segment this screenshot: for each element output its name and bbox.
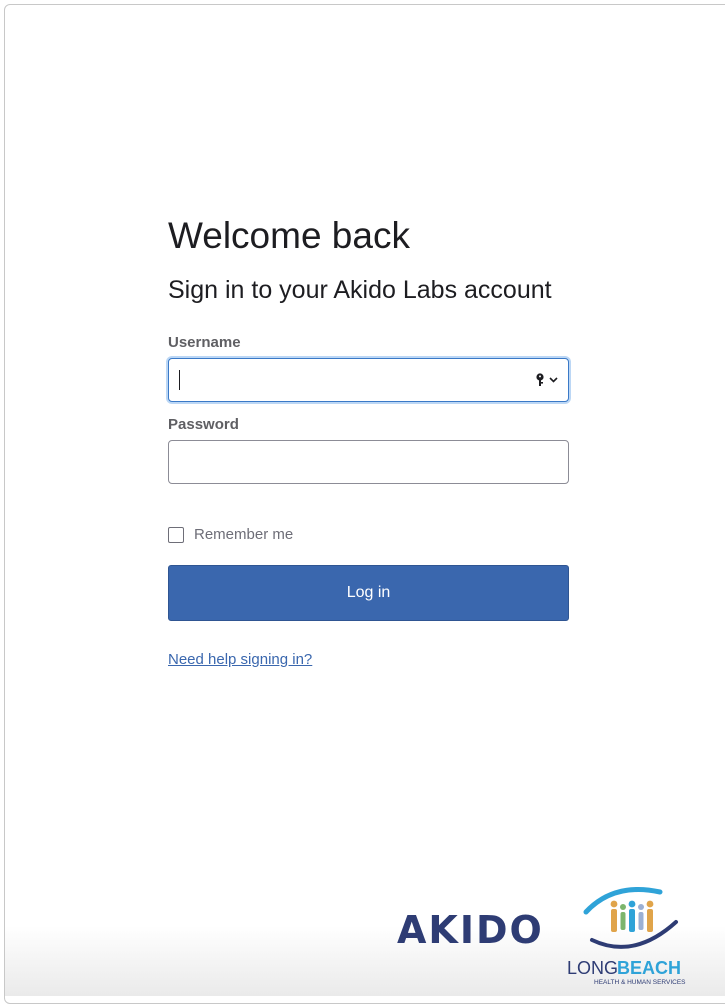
lb-long-text: LONG (567, 958, 618, 978)
text-caret (179, 370, 180, 390)
lb-tagline-text: HEALTH & HUMAN SERVICES (594, 979, 686, 986)
page-subtitle: Sign in to your Akido Labs account (168, 276, 552, 304)
password-manager-button[interactable] (536, 371, 558, 389)
long-beach-logo: LONG BEACH HEALTH & HUMAN SERVICES (567, 887, 686, 986)
people-icon (610, 900, 654, 932)
username-input-wrapper (168, 358, 569, 402)
page-title: Welcome back (168, 215, 410, 256)
password-field-group: Password (168, 416, 569, 484)
remember-me-checkbox[interactable] (168, 526, 184, 543)
help-signing-in-link[interactable]: Need help signing in? (168, 651, 312, 668)
password-input[interactable] (169, 441, 519, 483)
password-input-wrapper (168, 440, 569, 484)
lb-beach-text: BEACH (617, 958, 681, 978)
password-label: Password (168, 416, 239, 433)
username-label: Username (168, 334, 241, 351)
akido-logo: AKIDO (397, 908, 544, 952)
key-icon (536, 373, 544, 386)
chevron-down-icon (549, 377, 558, 383)
login-form: Welcome back Sign in to your Akido Labs … (168, 214, 569, 669)
username-input[interactable] (169, 359, 519, 401)
remember-me-row: Remember me (168, 526, 569, 543)
remember-me-label[interactable]: Remember me (194, 526, 293, 543)
username-field-group: Username (168, 334, 569, 402)
login-button[interactable]: Log in (168, 565, 569, 621)
